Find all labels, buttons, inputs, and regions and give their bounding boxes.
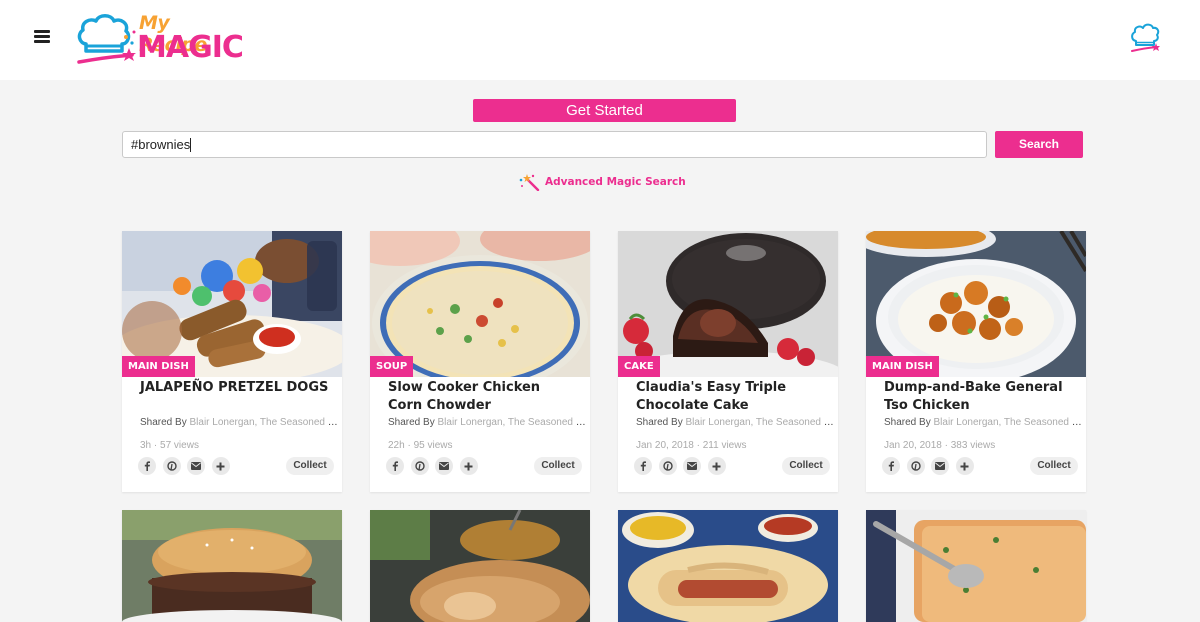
recipe-date: Jan 20, 2018: [884, 440, 942, 451]
recipe-card[interactable]: [370, 510, 590, 622]
shared-by: Shared By Blair Lonergan, The Seasoned M…: [884, 417, 1084, 428]
recipe-title[interactable]: Claudia's Easy Triple Chocolate Cake: [636, 379, 826, 415]
recipe-title[interactable]: Dump-and-Bake General Tso Chicken: [884, 379, 1074, 415]
shared-by-author[interactable]: Blair Lonergan, The Seasoned Mom: [685, 417, 836, 428]
recipe-card[interactable]: SOUP Slow Cooker Chicken Corn Chowder Sh…: [370, 231, 590, 492]
recipe-title[interactable]: JALAPEÑO PRETZEL DOGS: [140, 379, 330, 397]
search-input-value: #brownies: [131, 137, 191, 152]
category-tag[interactable]: CAKE: [618, 356, 660, 377]
plus-icon[interactable]: [459, 457, 478, 475]
pinterest-icon[interactable]: [162, 457, 181, 475]
site-logo[interactable]: My Recipe MAGIC: [76, 10, 244, 66]
shared-by-label: Shared By: [884, 417, 931, 428]
advanced-search-link[interactable]: Advanced Magic Search: [518, 173, 686, 191]
recipe-image[interactable]: [122, 510, 342, 622]
email-icon[interactable]: [683, 457, 702, 475]
advanced-search-label: Advanced Magic Search: [545, 176, 686, 188]
facebook-icon[interactable]: [634, 457, 652, 475]
meta-separator: ·: [407, 440, 411, 451]
recipe-title[interactable]: Slow Cooker Chicken Corn Chowder: [388, 379, 578, 415]
recipe-meta: Jan 20, 2018 · 383 views: [884, 440, 995, 451]
collect-button[interactable]: Collect: [286, 457, 334, 475]
category-tag[interactable]: MAIN DISH: [122, 356, 195, 377]
get-started-button[interactable]: Get Started: [473, 99, 736, 122]
recipe-meta: Jan 20, 2018 · 211 views: [636, 440, 746, 451]
collect-button[interactable]: Collect: [1030, 457, 1078, 475]
category-tag[interactable]: SOUP: [370, 356, 414, 377]
magic-wand-icon: [519, 174, 540, 191]
email-icon[interactable]: [931, 457, 950, 475]
pinterest-icon[interactable]: [658, 457, 677, 475]
collect-button[interactable]: Collect: [534, 457, 582, 475]
recipe-date: 3h: [140, 440, 152, 451]
pinterest-icon[interactable]: [906, 457, 925, 475]
recipe-meta: 3h · 57 views: [140, 440, 199, 451]
recipe-date: 22h: [388, 440, 405, 451]
logo-text-bottom: MAGIC: [137, 30, 244, 65]
email-icon[interactable]: [435, 457, 454, 475]
meta-separator: ·: [696, 440, 700, 451]
site-header: My Recipe MAGIC: [0, 0, 1200, 80]
search-button[interactable]: Search: [995, 131, 1083, 158]
plus-icon[interactable]: [955, 457, 974, 475]
recipe-card[interactable]: CAKE Claudia's Easy Triple Chocolate Cak…: [618, 231, 838, 492]
recipe-date: Jan 20, 2018: [636, 440, 694, 451]
shared-by-label: Shared By: [388, 417, 435, 428]
recipe-views: 383 views: [950, 440, 996, 451]
recipe-image[interactable]: [866, 510, 1086, 622]
plus-icon[interactable]: [707, 457, 726, 475]
recipe-card[interactable]: MAIN DISH Dump-and-Bake General Tso Chic…: [866, 231, 1086, 492]
recipe-views: 57 views: [160, 440, 199, 451]
facebook-icon[interactable]: [882, 457, 900, 475]
shared-by: Shared By Blair Lonergan, The Seasoned M…: [140, 417, 340, 428]
shared-by-author[interactable]: Blair Lonergan, The Seasoned Mom: [437, 417, 588, 428]
search-input[interactable]: #brownies: [122, 131, 987, 158]
recipe-card[interactable]: [618, 510, 838, 622]
shared-by: Shared By Blair Lonergan, The Seasoned M…: [636, 417, 836, 428]
meta-separator: ·: [944, 440, 948, 451]
shared-by-author[interactable]: Blair Lonergan, The Seasoned Mom: [933, 417, 1084, 428]
collect-button[interactable]: Collect: [782, 457, 830, 475]
recipe-image[interactable]: [618, 510, 838, 622]
recipe-image[interactable]: [370, 510, 590, 622]
recipe-meta: 22h · 95 views: [388, 440, 453, 451]
recipe-card[interactable]: MAIN DISH JALAPEÑO PRETZEL DOGS Shared B…: [122, 231, 342, 492]
chef-hat-logo-icon: [77, 14, 136, 64]
menu-icon[interactable]: [34, 30, 50, 44]
email-icon[interactable]: [187, 457, 206, 475]
recipe-card[interactable]: [866, 510, 1086, 622]
shared-by-author[interactable]: Blair Lonergan, The Seasoned Mom: [189, 417, 340, 428]
shared-by-label: Shared By: [636, 417, 683, 428]
pinterest-icon[interactable]: [410, 457, 429, 475]
category-tag[interactable]: MAIN DISH: [866, 356, 939, 377]
chef-hat-icon[interactable]: [1130, 22, 1160, 54]
recipe-views: 95 views: [413, 440, 453, 451]
facebook-icon[interactable]: [386, 457, 404, 475]
recipe-card[interactable]: [122, 510, 342, 622]
facebook-icon[interactable]: [138, 457, 156, 475]
shared-by-label: Shared By: [140, 417, 187, 428]
shared-by: Shared By Blair Lonergan, The Seasoned M…: [388, 417, 588, 428]
plus-icon[interactable]: [211, 457, 230, 475]
meta-separator: ·: [153, 440, 158, 451]
recipe-views: 211 views: [702, 440, 747, 451]
